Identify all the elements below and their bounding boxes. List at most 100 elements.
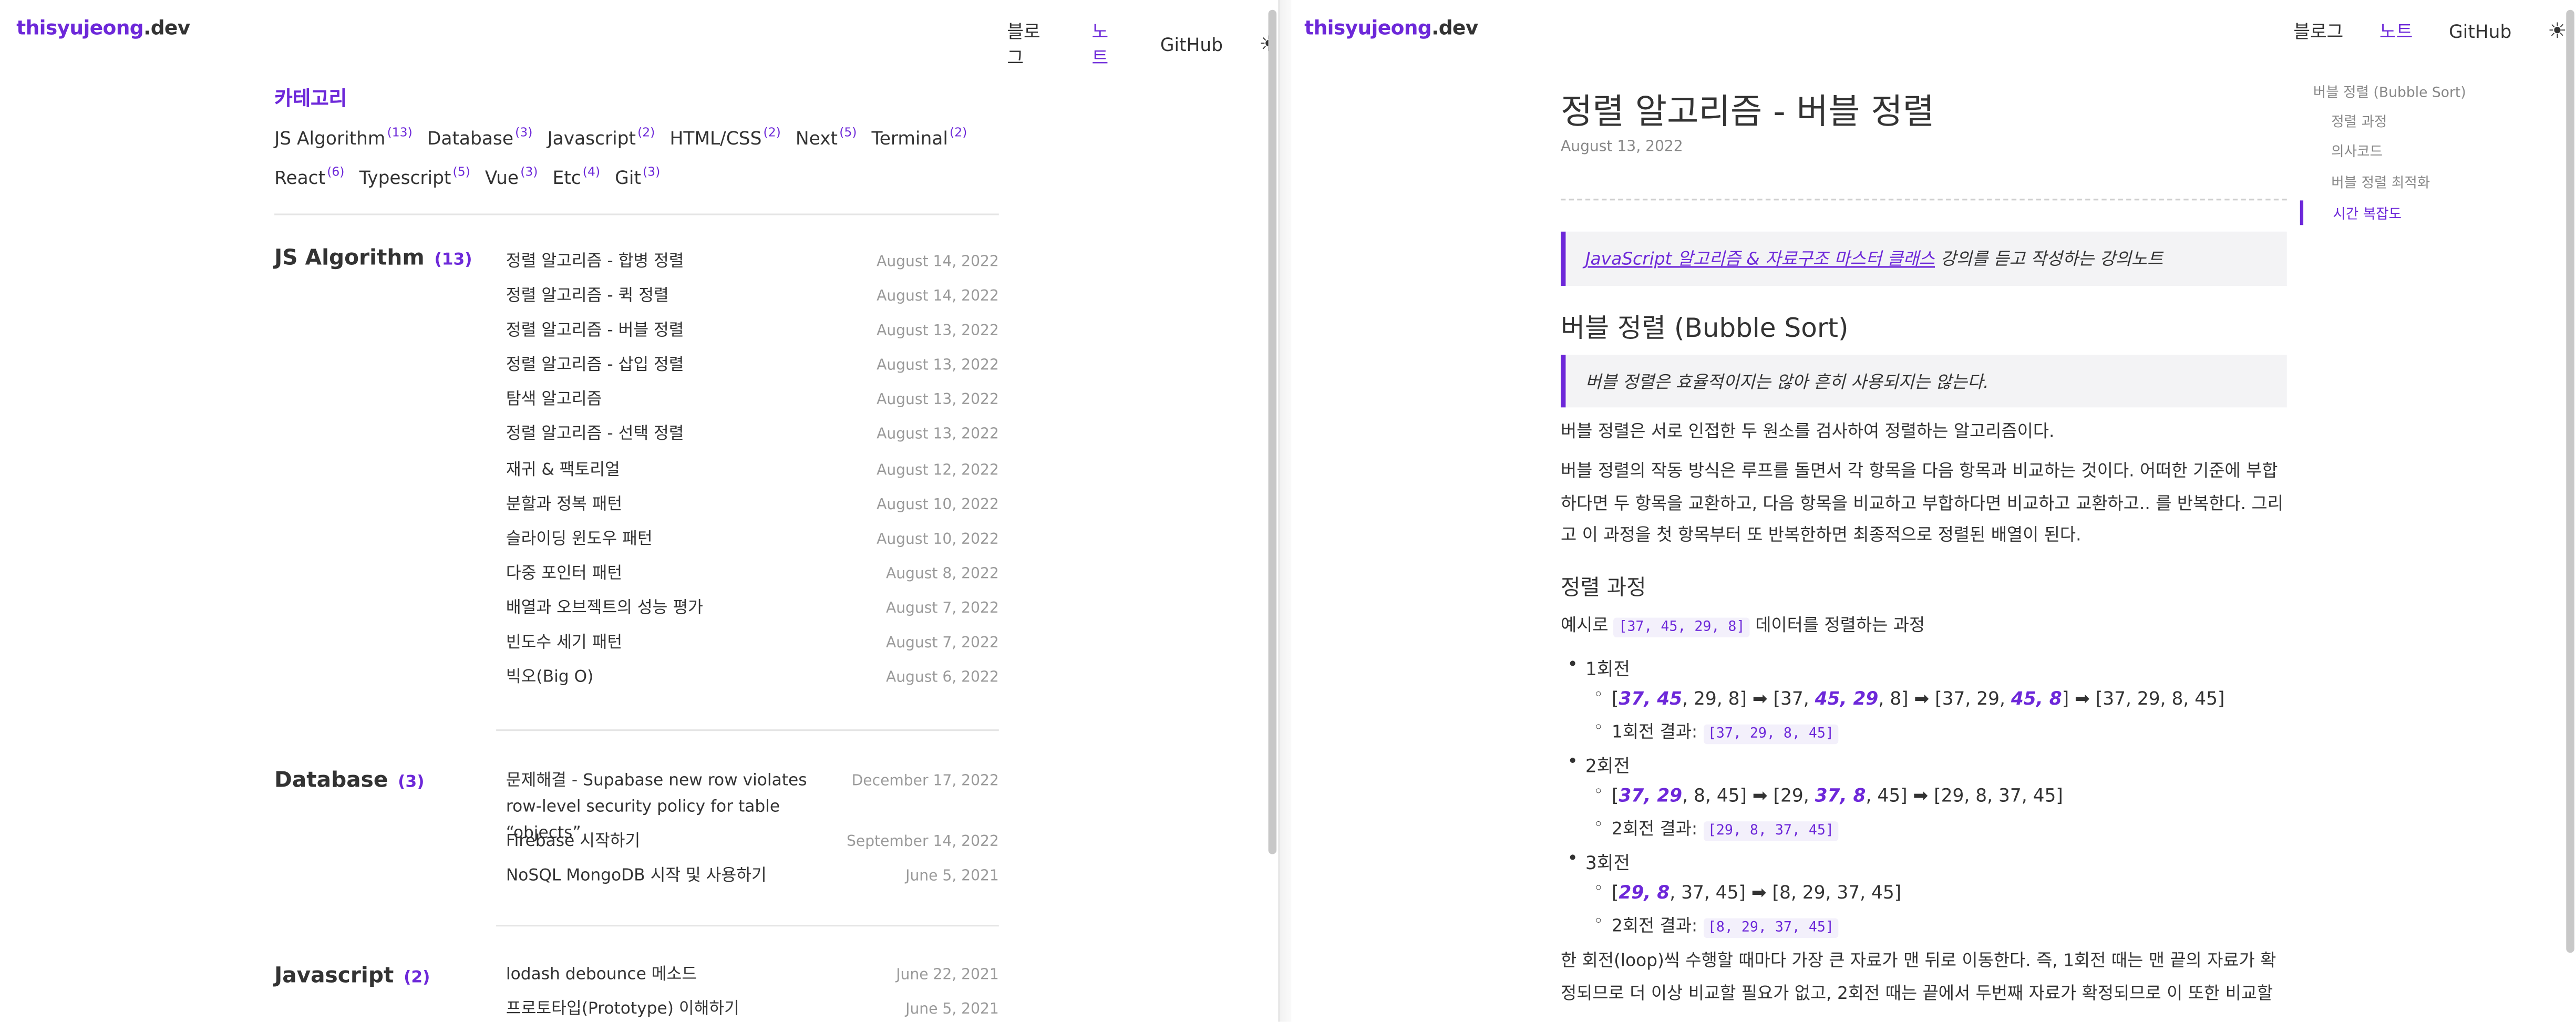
category-item-typescript[interactable]: Typescript (5)	[359, 161, 470, 189]
bullet-circle: ◦	[1593, 913, 1603, 932]
section-divider	[496, 925, 999, 927]
category-count: (2)	[637, 125, 655, 140]
section-heading[interactable]: Javascript (2)	[274, 964, 430, 989]
window-divider	[1278, 0, 1292, 1022]
category-item-database[interactable]: Database (3)	[427, 121, 533, 150]
category-count: (5)	[839, 125, 857, 140]
section-heading-process: 정렬 과정	[1560, 576, 1646, 602]
nav-github-link[interactable]: GitHub	[2449, 20, 2511, 42]
toc-item-pseudocode[interactable]: 의사코드	[2331, 141, 2383, 161]
post-row[interactable]: 배열과 오브젝트의 성능 평가 August 7, 2022	[506, 596, 999, 631]
toc-item-process[interactable]: 정렬 과정	[2331, 112, 2387, 131]
theme-toggle-sun-icon[interactable]: ☀	[2548, 20, 2567, 42]
post-row[interactable]: 정렬 알고리즘 - 버블 정렬 August 13, 2022	[506, 319, 999, 354]
course-link[interactable]: JavaScript 알고리즘 & 자료구조 마스터 클래스	[1585, 250, 1935, 270]
post-row[interactable]: Firebase 시작하기 September 14, 2022	[506, 830, 999, 864]
category-label: Vue	[485, 167, 519, 189]
post-title: 재귀 & 팩토리얼	[506, 461, 620, 479]
post-row[interactable]: NoSQL MongoDB 시작 및 사용하기 June 5, 2021	[506, 864, 999, 899]
post-title: 빅오(Big O)	[506, 668, 594, 687]
section-heading[interactable]: Database (3)	[274, 769, 424, 793]
post-date: September 14, 2022	[847, 834, 999, 851]
post-row[interactable]: 정렬 알고리즘 - 합병 정렬 August 14, 2022	[506, 250, 999, 284]
section-heading[interactable]: JS Algorithm (13)	[274, 246, 472, 271]
post-row[interactable]: 재귀 & 팩토리얼 August 12, 2022	[506, 458, 999, 492]
category-label: HTML/CSS	[669, 128, 762, 150]
post-date: August 13, 2022	[877, 358, 999, 375]
post-row[interactable]: 정렬 알고리즘 - 선택 정렬 August 13, 2022	[506, 423, 999, 458]
post-row[interactable]: 탐색 알고리즘 August 13, 2022	[506, 388, 999, 423]
toc-item-time-complexity[interactable]: 시간 복잡도	[2333, 204, 2402, 223]
category-item-next[interactable]: Next (5)	[796, 121, 857, 150]
toc-item-optimization[interactable]: 버블 정렬 최적화	[2331, 172, 2430, 192]
post-list: 문제해결 - Supabase new row violates row-lev…	[506, 769, 999, 899]
bullet-circle: ◦	[1593, 686, 1603, 705]
result-label: 2회전 결과:	[1611, 820, 1703, 840]
post-date: August 10, 2022	[877, 497, 999, 514]
category-count: (4)	[582, 164, 601, 179]
category-item-react[interactable]: React (6)	[274, 161, 344, 189]
nav-notes-link[interactable]: 노트	[2379, 18, 2413, 44]
paragraph-summary: 한 회전(loop)씩 수행할 때마다 가장 큰 자료가 맨 뒤로 이동한다. …	[1560, 951, 2276, 1003]
post-date: August 8, 2022	[885, 566, 999, 583]
section-count: (2)	[404, 969, 430, 987]
example-code: [37, 45, 29, 8]	[1614, 617, 1750, 638]
logo-suffix-text: .dev	[1431, 16, 1478, 40]
result-code: [37, 29, 8, 45]	[1703, 724, 1839, 745]
category-item-js-algorithm[interactable]: JS Algorithm (13)	[274, 121, 413, 150]
post-title: 배열과 오브젝트의 성능 평가	[506, 599, 703, 618]
article-date: August 13, 2022	[1560, 139, 1683, 156]
category-item-etc[interactable]: Etc (4)	[553, 161, 600, 189]
section-count: (13)	[434, 251, 472, 270]
post-row[interactable]: 프로토타입(Prototype) 이해하기 June 5, 2021	[506, 997, 999, 1022]
right-scrollbar-thumb[interactable]	[2566, 9, 2574, 953]
site-logo[interactable]: thisyujeong.dev	[1304, 16, 1478, 39]
nav-notes-link[interactable]: 노트	[1092, 18, 1125, 70]
title-divider	[1560, 199, 2287, 201]
post-row[interactable]: 정렬 알고리즘 - 퀵 정렬 August 14, 2022	[506, 284, 999, 319]
post-date: August 10, 2022	[877, 532, 999, 549]
post-title: 프로토타입(Prototype) 이해하기	[506, 1000, 739, 1019]
post-title: 정렬 알고리즘 - 버블 정렬	[506, 322, 684, 340]
nav-blog-link[interactable]: 블로그	[1007, 18, 1055, 70]
result-code: [8, 29, 37, 45]	[1703, 918, 1839, 938]
post-row[interactable]: 다중 포인터 패턴 August 8, 2022	[506, 562, 999, 596]
bullet-circle: ◦	[1593, 719, 1603, 738]
post-date: August 12, 2022	[877, 462, 999, 479]
intro-text: 강의를 듣고 작성하는 강의노트	[1935, 250, 2163, 270]
post-row[interactable]: 빈도수 세기 패턴 August 7, 2022	[506, 631, 999, 666]
post-title: 슬라이딩 윈도우 패턴	[506, 530, 653, 549]
site-header: thisyujeong.dev 블로그 노트 GitHub ☀	[1291, 0, 2576, 59]
category-count: (5)	[452, 164, 470, 179]
nav-github-link[interactable]: GitHub	[1160, 34, 1223, 55]
category-item-html-css[interactable]: HTML/CSS (2)	[669, 121, 780, 150]
category-item-terminal[interactable]: Terminal (2)	[872, 121, 967, 150]
category-item-git[interactable]: Git (3)	[615, 161, 660, 189]
post-row[interactable]: 문제해결 - Supabase new row violates row-lev…	[506, 769, 999, 842]
category-item-javascript[interactable]: Javascript (2)	[547, 121, 655, 150]
category-count: (3)	[515, 125, 533, 140]
logo-suffix-text: .dev	[143, 16, 190, 40]
left-scrollbar-thumb[interactable]	[1268, 9, 1277, 854]
post-row[interactable]: 빅오(Big O) August 6, 2022	[506, 666, 999, 700]
section-name: JS Algorithm	[274, 246, 425, 271]
category-label: Git	[615, 167, 641, 189]
post-row[interactable]: lodash debounce 메소드 June 22, 2021	[506, 963, 999, 997]
category-divider	[274, 213, 999, 215]
post-row[interactable]: 정렬 알고리즘 - 삽입 정렬 August 13, 2022	[506, 354, 999, 388]
site-logo[interactable]: thisyujeong.dev	[16, 16, 190, 39]
toc-active-indicator	[2300, 200, 2304, 225]
post-row[interactable]: 슬라이딩 윈도우 패턴 August 10, 2022	[506, 527, 999, 562]
section-name: Database	[274, 769, 388, 794]
post-date: August 7, 2022	[885, 635, 999, 653]
section-count: (3)	[398, 773, 425, 792]
left-window: thisyujeong.dev 블로그 노트 GitHub ☀ 카테고리 JS …	[0, 0, 1279, 1022]
nav-blog-link[interactable]: 블로그	[2293, 18, 2343, 44]
logo-primary-text: thisyujeong	[1304, 16, 1432, 40]
toc-item-bubble-sort[interactable]: 버블 정렬 (Bubble Sort)	[2313, 82, 2466, 102]
post-row[interactable]: 분할과 정복 패턴 August 10, 2022	[506, 492, 999, 527]
category-item-vue[interactable]: Vue (3)	[485, 161, 538, 189]
category-label: JS Algorithm	[274, 128, 386, 150]
round-3-label: 3회전	[1585, 852, 1631, 874]
post-date: December 17, 2022	[851, 773, 999, 790]
